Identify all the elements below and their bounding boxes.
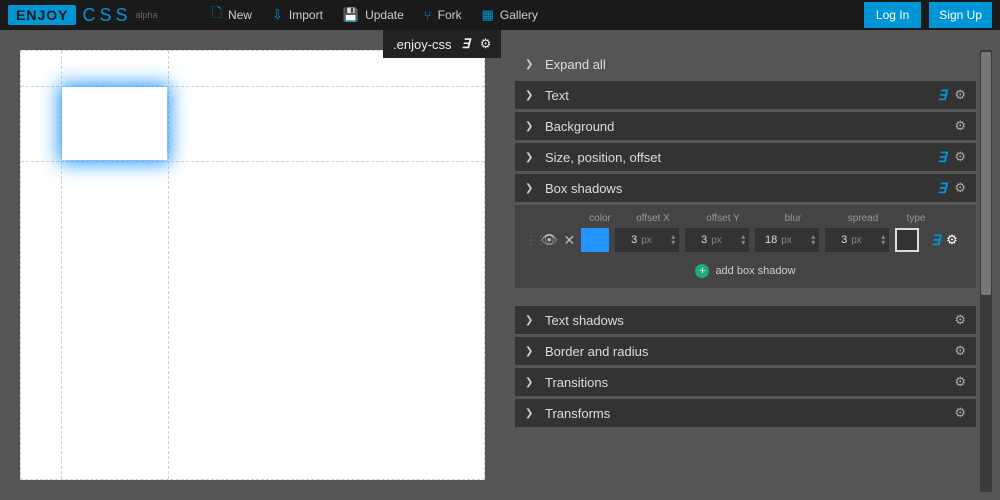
gear-icon[interactable]: ⚙ xyxy=(480,36,492,52)
css3-icon: ∃ xyxy=(937,180,946,197)
login-button[interactable]: Log In xyxy=(864,2,921,28)
drag-handle-icon[interactable]: ⋮⋮ xyxy=(525,233,535,247)
col-spread: spread xyxy=(831,213,895,224)
import-icon: ⇩ xyxy=(272,7,283,23)
css3-icon: ∃ xyxy=(937,149,946,166)
gear-icon[interactable]: ⚙ xyxy=(954,374,966,390)
gear-icon[interactable]: ⚙ xyxy=(954,343,966,359)
stepper-icon[interactable]: ▴▾ xyxy=(881,234,885,246)
chevron-right-icon: ❯ xyxy=(525,121,535,132)
shadow-row: ⋮⋮ 👁 ✕ 3px▴▾ 3px▴▾ 18px▴▾ 3px▴▾ ∃ ⚙ xyxy=(525,228,966,252)
add-shadow-button[interactable]: +add box shadow xyxy=(525,264,966,278)
file-icon: 🗋 xyxy=(212,4,222,26)
col-color: color xyxy=(585,213,615,224)
gear-icon[interactable]: ⚙ xyxy=(946,232,958,248)
stepper-icon[interactable]: ▴▾ xyxy=(811,234,815,246)
panel-background[interactable]: ❯ Background ⚙ xyxy=(515,112,976,140)
new-button[interactable]: 🗋New xyxy=(212,4,252,26)
gear-icon[interactable]: ⚙ xyxy=(954,312,966,328)
chevron-right-icon: ❯ xyxy=(525,346,535,357)
shadow-type-toggle[interactable] xyxy=(895,228,919,252)
panel-size[interactable]: ❯ Size, position, offset ∃⚙ xyxy=(515,143,976,171)
gear-icon[interactable]: ⚙ xyxy=(954,405,966,421)
offsety-input[interactable]: 3px▴▾ xyxy=(685,228,749,252)
stepper-icon[interactable]: ▴▾ xyxy=(671,234,675,246)
logo-product: CSS xyxy=(82,5,131,26)
chevron-right-icon: ❯ xyxy=(525,152,535,163)
gear-icon[interactable]: ⚙ xyxy=(954,180,966,196)
visibility-icon[interactable]: 👁 xyxy=(541,232,558,248)
fork-button[interactable]: ⑂Fork xyxy=(424,4,462,26)
chevron-right-icon: ❯ xyxy=(525,315,535,326)
color-swatch[interactable] xyxy=(581,228,609,252)
stepper-icon[interactable]: ▴▾ xyxy=(741,234,745,246)
logo-tag: alpha xyxy=(135,10,157,20)
panel-box-shadows[interactable]: ❯ Box shadows ∃⚙ xyxy=(515,174,976,202)
save-icon: 💾 xyxy=(343,7,359,23)
update-button[interactable]: 💾Update xyxy=(343,4,404,26)
scrollbar[interactable] xyxy=(980,50,992,492)
panel-transforms[interactable]: ❯ Transforms ⚙ xyxy=(515,399,976,427)
plus-icon: + xyxy=(695,264,709,278)
spread-input[interactable]: 3px▴▾ xyxy=(825,228,889,252)
grid-icon: ▦ xyxy=(482,7,494,23)
col-offsetx: offset X xyxy=(621,213,685,224)
top-bar: ENJOY CSS alpha 🗋New ⇩Import 💾Update ⑂Fo… xyxy=(0,0,1000,30)
panel-text-shadows[interactable]: ❯ Text shadows ⚙ xyxy=(515,306,976,334)
gallery-button[interactable]: ▦Gallery xyxy=(482,4,538,26)
selector-bar[interactable]: .enjoy-css ∃ ⚙ xyxy=(383,30,501,58)
gear-icon[interactable]: ⚙ xyxy=(954,118,966,134)
delete-icon[interactable]: ✕ xyxy=(564,232,576,249)
import-button[interactable]: ⇩Import xyxy=(272,4,323,26)
panel-transitions[interactable]: ❯ Transitions ⚙ xyxy=(515,368,976,396)
gear-icon[interactable]: ⚙ xyxy=(954,149,966,165)
properties-panel: ❯ Expand all ❯ Text ∃⚙ ❯ Background ⚙ ❯ … xyxy=(505,30,1000,500)
preview-element[interactable] xyxy=(62,87,167,160)
col-offsety: offset Y xyxy=(691,213,755,224)
gear-icon[interactable]: ⚙ xyxy=(954,87,966,103)
css3-icon: ∃ xyxy=(931,232,940,249)
offsetx-input[interactable]: 3px▴▾ xyxy=(615,228,679,252)
css3-icon: ∃ xyxy=(937,87,946,104)
css3-icon: ∃ xyxy=(462,36,470,52)
col-blur: blur xyxy=(761,213,825,224)
panel-border[interactable]: ❯ Border and radius ⚙ xyxy=(515,337,976,365)
chevron-right-icon: ❯ xyxy=(525,377,535,388)
chevron-right-icon: ❯ xyxy=(525,90,535,101)
col-type: type xyxy=(901,213,931,224)
fork-icon: ⑂ xyxy=(424,8,432,23)
signup-button[interactable]: Sign Up xyxy=(929,2,992,28)
panel-pointer-icon xyxy=(497,298,509,318)
panel-text[interactable]: ❯ Text ∃⚙ xyxy=(515,81,976,109)
top-actions: 🗋New ⇩Import 💾Update ⑂Fork ▦Gallery xyxy=(212,4,538,26)
logo-brand: ENJOY xyxy=(8,5,76,25)
box-shadow-editor: color offset X offset Y blur spread type… xyxy=(515,205,976,288)
chevron-right-icon: ❯ xyxy=(525,408,535,419)
scrollbar-thumb[interactable] xyxy=(981,52,991,295)
canvas[interactable] xyxy=(20,50,485,480)
expand-all-button[interactable]: ❯ Expand all xyxy=(515,50,976,78)
chevron-right-icon: ❯ xyxy=(525,59,535,70)
canvas-area xyxy=(0,30,505,500)
blur-input[interactable]: 18px▴▾ xyxy=(755,228,819,252)
chevron-down-icon: ❯ xyxy=(525,183,535,194)
selector-text: .enjoy-css xyxy=(393,37,452,52)
